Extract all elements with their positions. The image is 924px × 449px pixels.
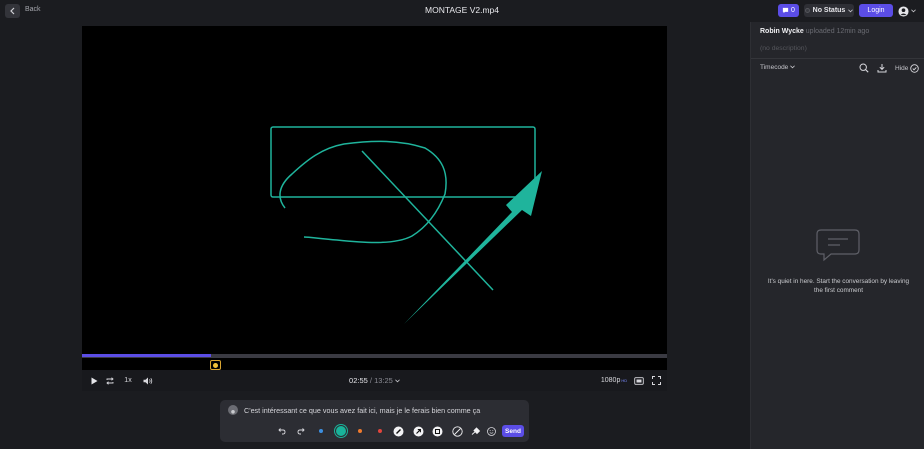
comment-count-button[interactable]: 0	[778, 4, 799, 17]
pen-tool[interactable]	[392, 425, 404, 437]
time-separator: /	[367, 376, 375, 385]
drawing-toolbar: Send	[220, 424, 529, 438]
sort-dropdown[interactable]: Timecode	[760, 64, 796, 71]
status-label: No Status	[812, 7, 846, 14]
user-icon	[231, 410, 235, 414]
comments-sidebar: Robin Wycke uploaded 12min ago (no descr…	[750, 22, 924, 449]
upload-time: uploaded 12min ago	[805, 28, 870, 35]
review-app: Back MONTAGE V2.mp4 0 No Status Login 1x…	[0, 0, 924, 449]
check-circle-icon	[910, 63, 920, 73]
color-dot	[335, 426, 346, 436]
video-canvas[interactable]	[82, 26, 667, 354]
comment-count: 0	[791, 7, 795, 14]
top-bar: Back MONTAGE V2.mp4 0 No Status Login	[0, 0, 924, 22]
login-button[interactable]: Login	[859, 4, 893, 17]
chevron-down-icon	[790, 65, 796, 69]
composer-avatar	[228, 405, 238, 415]
uploader-name: Robin Wycke	[760, 28, 804, 35]
player-controls: 1x 02:55 / 13:25 1080p HD	[82, 370, 667, 391]
chevron-down-icon	[395, 379, 400, 383]
emoji-button[interactable]	[485, 425, 497, 437]
empty-state-message: It's quiet in here. Start the conversati…	[767, 278, 910, 294]
redo-icon	[297, 428, 305, 435]
comment-marker[interactable]	[209, 360, 221, 370]
chevron-down-icon	[911, 9, 916, 13]
color-swatch[interactable]	[315, 425, 327, 437]
color-dot	[377, 429, 382, 433]
brush-icon	[471, 426, 480, 435]
user-icon	[898, 5, 909, 17]
timecode-dropdown[interactable]	[395, 376, 400, 385]
timecode-display: 02:55 / 13:25	[82, 376, 667, 385]
undo-icon	[278, 428, 286, 435]
duration: 13:25	[374, 376, 393, 385]
video-player[interactable]: 1x 02:55 / 13:25 1080p HD	[82, 26, 667, 391]
theater-mode-icon	[634, 376, 644, 385]
current-time: 02:55	[349, 376, 368, 385]
pen-icon	[393, 426, 403, 436]
color-dot	[358, 429, 362, 433]
theater-mode-button[interactable]	[633, 374, 645, 387]
playback-speed-button[interactable]: 1x	[122, 374, 134, 387]
loop-button[interactable]	[104, 374, 116, 387]
sidebar-tools: Hide	[859, 62, 920, 74]
arrow-icon	[413, 426, 423, 436]
hide-label: Hide	[895, 64, 909, 72]
emoji-icon	[486, 426, 496, 436]
search-icon[interactable]	[859, 63, 869, 73]
arrow-tool[interactable]	[412, 425, 424, 437]
timeline-scrubber[interactable]	[82, 354, 667, 358]
comment-composer: C'est intéressant ce que vous avez fait …	[220, 400, 529, 442]
fullscreen-icon	[651, 376, 661, 385]
chevron-down-icon	[848, 8, 854, 12]
uploader-info: Robin Wycke uploaded 12min ago	[760, 28, 869, 35]
volume-icon	[143, 377, 153, 384]
brush-tool[interactable]	[469, 425, 481, 437]
loop-icon	[106, 376, 114, 385]
user-menu[interactable]	[898, 4, 922, 18]
file-description[interactable]: (no description)	[760, 45, 807, 52]
hd-badge: HD	[621, 378, 628, 383]
rectangle-tool[interactable]	[431, 425, 443, 437]
back-label[interactable]: Back	[25, 6, 41, 13]
eraser-tool[interactable]	[451, 425, 463, 437]
timeline-progress	[82, 354, 211, 357]
color-dot	[319, 429, 323, 433]
color-swatch[interactable]	[335, 425, 347, 437]
download-icon[interactable]	[877, 63, 887, 73]
send-button[interactable]: Send	[502, 425, 524, 437]
back-button[interactable]	[5, 4, 20, 18]
comment-input[interactable]: C'est intéressant ce que vous avez fait …	[244, 406, 480, 415]
color-swatch[interactable]	[374, 425, 386, 437]
chevron-left-icon	[10, 7, 15, 15]
sort-label: Timecode	[760, 64, 789, 71]
status-dot	[804, 8, 810, 13]
hide-comments-button[interactable]: Hide	[895, 63, 920, 73]
undo-button[interactable]	[276, 425, 288, 437]
status-dropdown[interactable]: No Status	[804, 4, 854, 17]
play-button[interactable]	[89, 374, 99, 387]
redo-button[interactable]	[295, 425, 307, 437]
eraser-icon	[451, 425, 463, 437]
color-swatch[interactable]	[354, 425, 366, 437]
volume-button[interactable]	[142, 374, 154, 387]
play-icon	[91, 377, 97, 384]
sidebar-divider	[751, 58, 924, 59]
empty-comments-icon	[816, 229, 860, 262]
file-title: MONTAGE V2.mp4	[425, 5, 499, 15]
rectangle-icon	[432, 426, 442, 436]
resolution-label: 1080p	[600, 377, 621, 384]
fullscreen-button[interactable]	[650, 374, 662, 387]
resolution-button[interactable]: 1080p HD	[600, 374, 628, 387]
chat-bubble-icon	[782, 7, 789, 14]
